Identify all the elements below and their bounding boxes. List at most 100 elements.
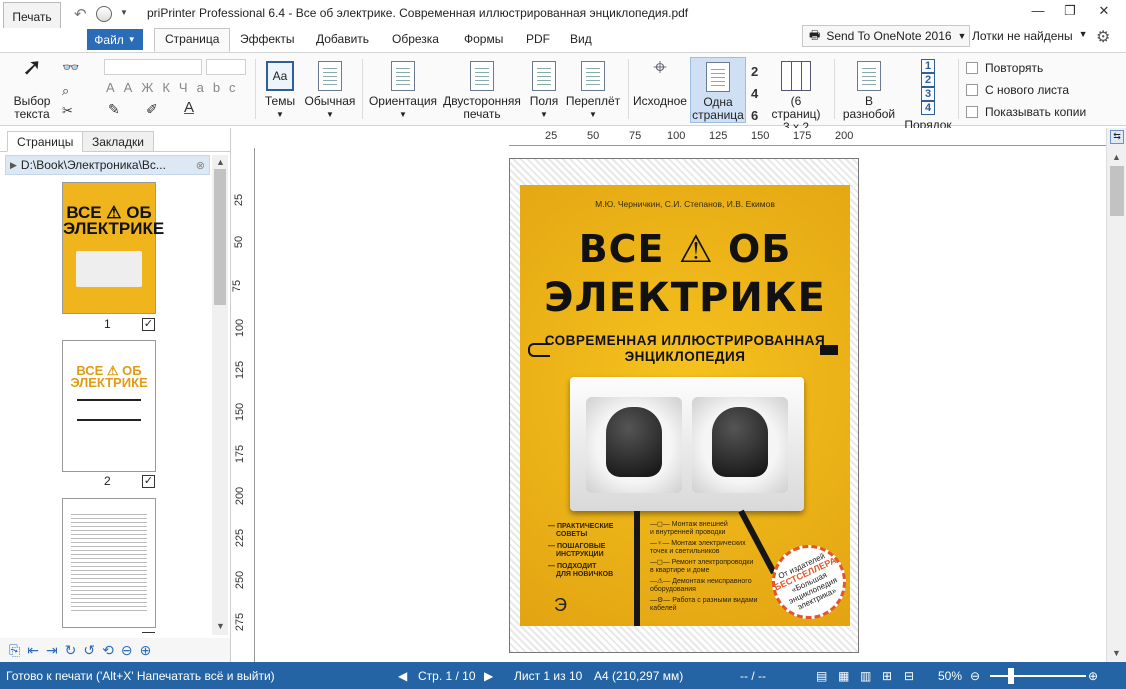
themes-button[interactable]: Aa Темы ▼ [262,61,298,121]
quick-access-dropdown-icon[interactable]: ▼ [120,8,128,17]
cover-authors: М.Ю. Черничкин, С.И. Степанов, И.В. Еким… [595,199,775,209]
cover-title-line1: ВСЕ ⚠ ОБ [578,227,792,271]
font-style-buttons[interactable]: AAЖКЧabc [106,80,245,95]
chevron-up-icon[interactable]: ▲ [216,157,225,167]
four-pages-option[interactable]: 4 [751,83,758,105]
highlight-icon[interactable]: ✐ [146,101,158,118]
tray-select[interactable]: Лотки не найдены ▼ [972,29,1088,43]
ruler-label: 100 [234,318,247,338]
two-pages-option[interactable]: 2 [751,61,758,83]
thumbnail-scrollbar[interactable]: ▲ ▼ [212,155,228,635]
scrollbar-thumb[interactable] [1110,166,1124,216]
prev-page-icon[interactable]: ◀ [398,669,407,683]
chevron-up-icon[interactable]: ▲ [1112,152,1121,162]
bullet-text: и внутренней проводки [650,529,726,536]
view-mode-icon[interactable]: ⊞ [882,669,892,683]
maximize-button[interactable]: ❐ [1054,3,1086,23]
binding-button[interactable]: Переплёт ▼ [564,61,622,121]
tab-pdf[interactable]: PDF [526,32,550,46]
collapse-icon[interactable]: ▶ [10,160,17,171]
scatter-button[interactable]: В разнобой [840,61,898,121]
zoom-in-icon[interactable]: ⊕ [1088,669,1098,683]
zoom-slider-knob[interactable] [1008,668,1014,684]
zoom-out-icon[interactable]: ⊖ [121,642,133,659]
rotate-left-icon[interactable]: ↺ [83,642,95,659]
page-thumbnail-3[interactable] [62,498,156,628]
divider [255,59,256,119]
import-icon[interactable]: ⇤ [27,642,39,659]
page-number: 2 [104,474,111,488]
binoculars-icon[interactable]: 👓 [62,59,79,76]
page-checkbox[interactable]: ✓ [142,632,155,633]
zoom-out-icon[interactable]: ⊖ [970,669,980,683]
toggle-panel-icon[interactable]: ⇆ [1110,130,1124,144]
view-mode-icon[interactable]: ⊟ [904,669,914,683]
ruler-label: 125 [234,360,247,380]
scrollbar-thumb[interactable] [214,169,226,305]
checkbox-box[interactable] [966,62,978,74]
find-image-icon[interactable]: ⌕ [62,83,69,99]
chevron-down-icon: ▼ [399,110,407,119]
minimize-button[interactable]: — [1022,3,1054,23]
show-copies-checkbox[interactable]: Показывать копии [966,105,1086,119]
view-mode-icon[interactable]: ▤ [816,669,827,683]
tools-icon[interactable]: ✂ [62,103,73,119]
page-checkbox[interactable]: ✓ [142,475,155,488]
undo-icon[interactable]: ↶ [74,5,87,23]
order-icon: 1 2 3 4 [913,59,943,115]
next-page-icon[interactable]: ▶ [484,669,493,683]
pen-color-icon[interactable]: ✎ [108,101,120,118]
one-page-button[interactable]: Одна страница [690,57,746,123]
tab-add[interactable]: Добавить [316,32,369,46]
rotate-icon[interactable]: ↻ [65,642,77,659]
tab-forms[interactable]: Формы [464,32,503,46]
orientation-button[interactable]: Ориентация ▼ [366,61,440,121]
margins-button[interactable]: Поля ▼ [526,61,562,121]
close-icon[interactable]: ⊗ [196,159,209,172]
file-menu[interactable]: Файл ▼ [87,29,143,50]
pages-per-sheet-list[interactable]: 2 4 6 [751,61,758,127]
page-checkbox[interactable]: ✓ [142,318,155,331]
zoom-in-icon[interactable]: ⊕ [140,642,152,659]
tab-view[interactable]: Вид [570,32,592,46]
view-mode-icon[interactable]: ▥ [860,669,871,683]
tab-bookmarks[interactable]: Закладки [82,131,154,152]
panel-tabs: Страницы Закладки [0,128,230,152]
document-path[interactable]: ▶ D:\Book\Электроника\Вс... ⊗ [5,155,210,175]
tab-effects[interactable]: Эффекты [240,32,295,46]
ruler-label: 200 [835,130,854,142]
bullet-text: ДЛЯ НОВИЧКОВ [556,571,614,578]
page-thumbnail-1[interactable]: ВСЕ ⚠ ОБ ЭЛЕКТРИКЕ [62,182,164,314]
checkbox-box[interactable] [966,106,978,118]
six-pages-option[interactable]: 6 [751,105,758,127]
printer-select[interactable]: 🖶 Send To OneNote 2016 ▼ [802,25,970,47]
redo-icon[interactable] [96,6,112,22]
chevron-down-icon[interactable]: ▼ [1112,648,1121,658]
rotate-both-icon[interactable]: ⟲ [102,642,114,659]
six-pages-button[interactable]: (6 страниц) 3 x 2 [766,61,826,134]
close-button[interactable]: ✕ [1088,3,1120,23]
new-sheet-checkbox[interactable]: С нового листа [966,83,1069,97]
normal-button[interactable]: Обычная ▼ [302,61,358,121]
duplex-button[interactable]: Двусторонняя печать [442,61,522,121]
select-text-button[interactable]: ➚ Выбор текста [10,56,54,121]
chevron-down-icon[interactable]: ▼ [216,621,225,631]
view-mode-icon[interactable]: ▦ [838,669,849,683]
tab-pages[interactable]: Страницы [7,131,84,152]
font-size-select[interactable] [206,59,246,75]
checkbox-box[interactable] [966,84,978,96]
add-page-icon[interactable]: ⎘ [9,642,20,659]
preview-scrollbar[interactable]: ⇆ ▲ ▼ [1106,128,1126,662]
tab-page[interactable]: Страница [154,28,231,52]
font-color-icon[interactable]: A [184,99,194,116]
original-button[interactable]: ⌖ Исходное [632,56,688,108]
font-name-select[interactable] [104,59,202,75]
export-icon[interactable]: ⇥ [46,642,58,659]
thumb-title: ВСЕ ⚠ ОБ ЭЛЕКТРИКЕ [70,363,148,390]
repeat-checkbox[interactable]: Повторять [966,61,1043,75]
zoom-slider[interactable] [990,675,1086,677]
gear-icon[interactable]: ⚙ [1096,27,1110,47]
page-thumbnail-2[interactable]: ВСЕ ⚠ ОБ ЭЛЕКТРИКЕ [62,340,156,472]
print-sheet[interactable]: М.Ю. Черничкин, С.И. Степанов, И.В. Еким… [509,158,859,653]
tab-crop[interactable]: Обрезка [392,32,439,46]
